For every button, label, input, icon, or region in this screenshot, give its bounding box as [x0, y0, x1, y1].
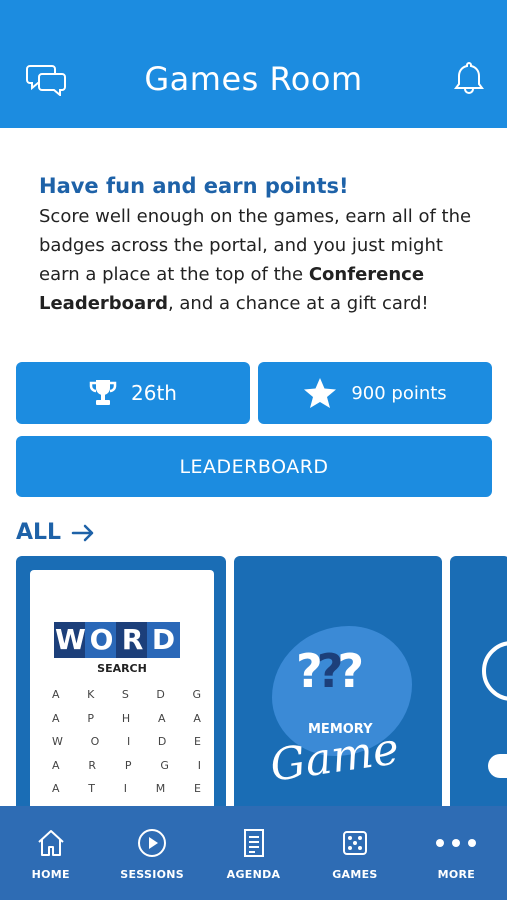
memory-game-card[interactable]: ??? MEMORY Game	[234, 556, 442, 806]
game-card-partial[interactable]	[450, 556, 507, 806]
grid-letter: G	[160, 758, 170, 772]
home-icon	[38, 830, 64, 856]
grid-letter: A	[193, 711, 202, 725]
more-dots-icon	[436, 839, 477, 847]
tab-label: GAMES	[332, 868, 378, 881]
all-games-label: ALL	[16, 520, 62, 545]
word-search-logo: W O R D	[54, 622, 180, 658]
grid-letter: T	[88, 782, 97, 795]
grid-letter: A	[52, 758, 61, 772]
leaderboard-button[interactable]: LEADERBOARD	[16, 436, 492, 497]
points-badge[interactable]: 900 points	[258, 362, 492, 424]
word-search-subtitle: SEARCH	[97, 662, 147, 675]
play-icon	[138, 829, 167, 857]
intro-body: Score well enough on the games, earn all…	[39, 202, 479, 318]
arrow-right-icon	[71, 524, 94, 541]
grid-letter: S	[121, 688, 130, 701]
grid-letter: P	[87, 711, 96, 725]
ring-icon	[482, 641, 507, 701]
bottom-tab-bar: HOME SESSIONS AGENDA GAMES MORE	[0, 806, 507, 900]
question-marks-icon: ???	[296, 644, 364, 698]
grid-letter: E	[194, 735, 202, 748]
logo-letter: R	[116, 622, 149, 658]
grid-letter: I	[197, 758, 202, 772]
tab-games[interactable]: GAMES	[304, 806, 405, 900]
logo-letter: W	[54, 622, 87, 658]
pill-shape	[488, 754, 507, 778]
tab-agenda[interactable]: AGENDA	[203, 806, 304, 900]
grid-letter: P	[124, 758, 133, 772]
word-search-card[interactable]: W O R D SEARCH AKSDGAPHAAWOIDEARPGIATIME…	[16, 556, 226, 806]
grid-row: WOIDE	[52, 735, 202, 759]
logo-letter: O	[85, 622, 118, 658]
document-icon	[243, 829, 264, 857]
tab-home[interactable]: HOME	[0, 806, 101, 900]
points-value: 900 points	[351, 382, 447, 404]
logo-letter: D	[147, 622, 180, 658]
dice-icon	[342, 831, 367, 855]
grid-row: ARPGI	[52, 759, 202, 783]
grid-letter: G	[192, 688, 202, 701]
grid-letter: I	[126, 735, 132, 748]
trophy-icon	[89, 380, 117, 405]
grid-letter: A	[52, 782, 61, 795]
grid-letter: W	[52, 735, 64, 748]
grid-row: ATIME	[52, 782, 202, 806]
intro-body-text-2: , and a chance at a gift card!	[167, 293, 429, 314]
grid-letter: O	[90, 735, 101, 748]
grid-letter: A	[52, 711, 61, 725]
grid-letter: R	[88, 758, 98, 772]
grid-letter: A	[52, 688, 61, 701]
all-games-link[interactable]: ALL	[16, 520, 95, 545]
app-header: Games Room	[0, 0, 507, 128]
tab-label: MORE	[437, 868, 476, 881]
grid-letter: D	[157, 735, 168, 748]
bell-icon[interactable]	[454, 60, 484, 96]
word-search-thumbnail: W O R D SEARCH AKSDGAPHAAWOIDEARPGIATIME…	[30, 570, 214, 806]
tab-label: SESSIONS	[120, 868, 184, 881]
tab-sessions[interactable]: SESSIONS	[101, 806, 202, 900]
tab-label: AGENDA	[226, 868, 281, 881]
grid-letter: A	[158, 711, 167, 725]
grid-letter: I	[123, 782, 129, 795]
grid-letter: K	[87, 688, 96, 701]
intro-section: Have fun and earn points! Score well eno…	[39, 172, 479, 318]
grid-row: APHAA	[52, 712, 202, 736]
rank-value: 26th	[131, 381, 177, 405]
rank-badge[interactable]: 26th	[16, 362, 250, 424]
tab-more[interactable]: MORE	[406, 806, 507, 900]
grid-letter: H	[121, 711, 132, 725]
tab-label: HOME	[31, 868, 70, 881]
grid-letter: D	[156, 688, 166, 701]
grid-letter: M	[155, 782, 167, 795]
grid-row: AKSDG	[52, 688, 202, 712]
intro-heading: Have fun and earn points!	[39, 174, 349, 198]
grid-letter: E	[194, 782, 202, 795]
star-icon	[304, 378, 337, 408]
letter-grid: AKSDGAPHAAWOIDEARPGIATIMEAAMRQ	[52, 688, 202, 806]
page-title: Games Room	[144, 60, 363, 98]
